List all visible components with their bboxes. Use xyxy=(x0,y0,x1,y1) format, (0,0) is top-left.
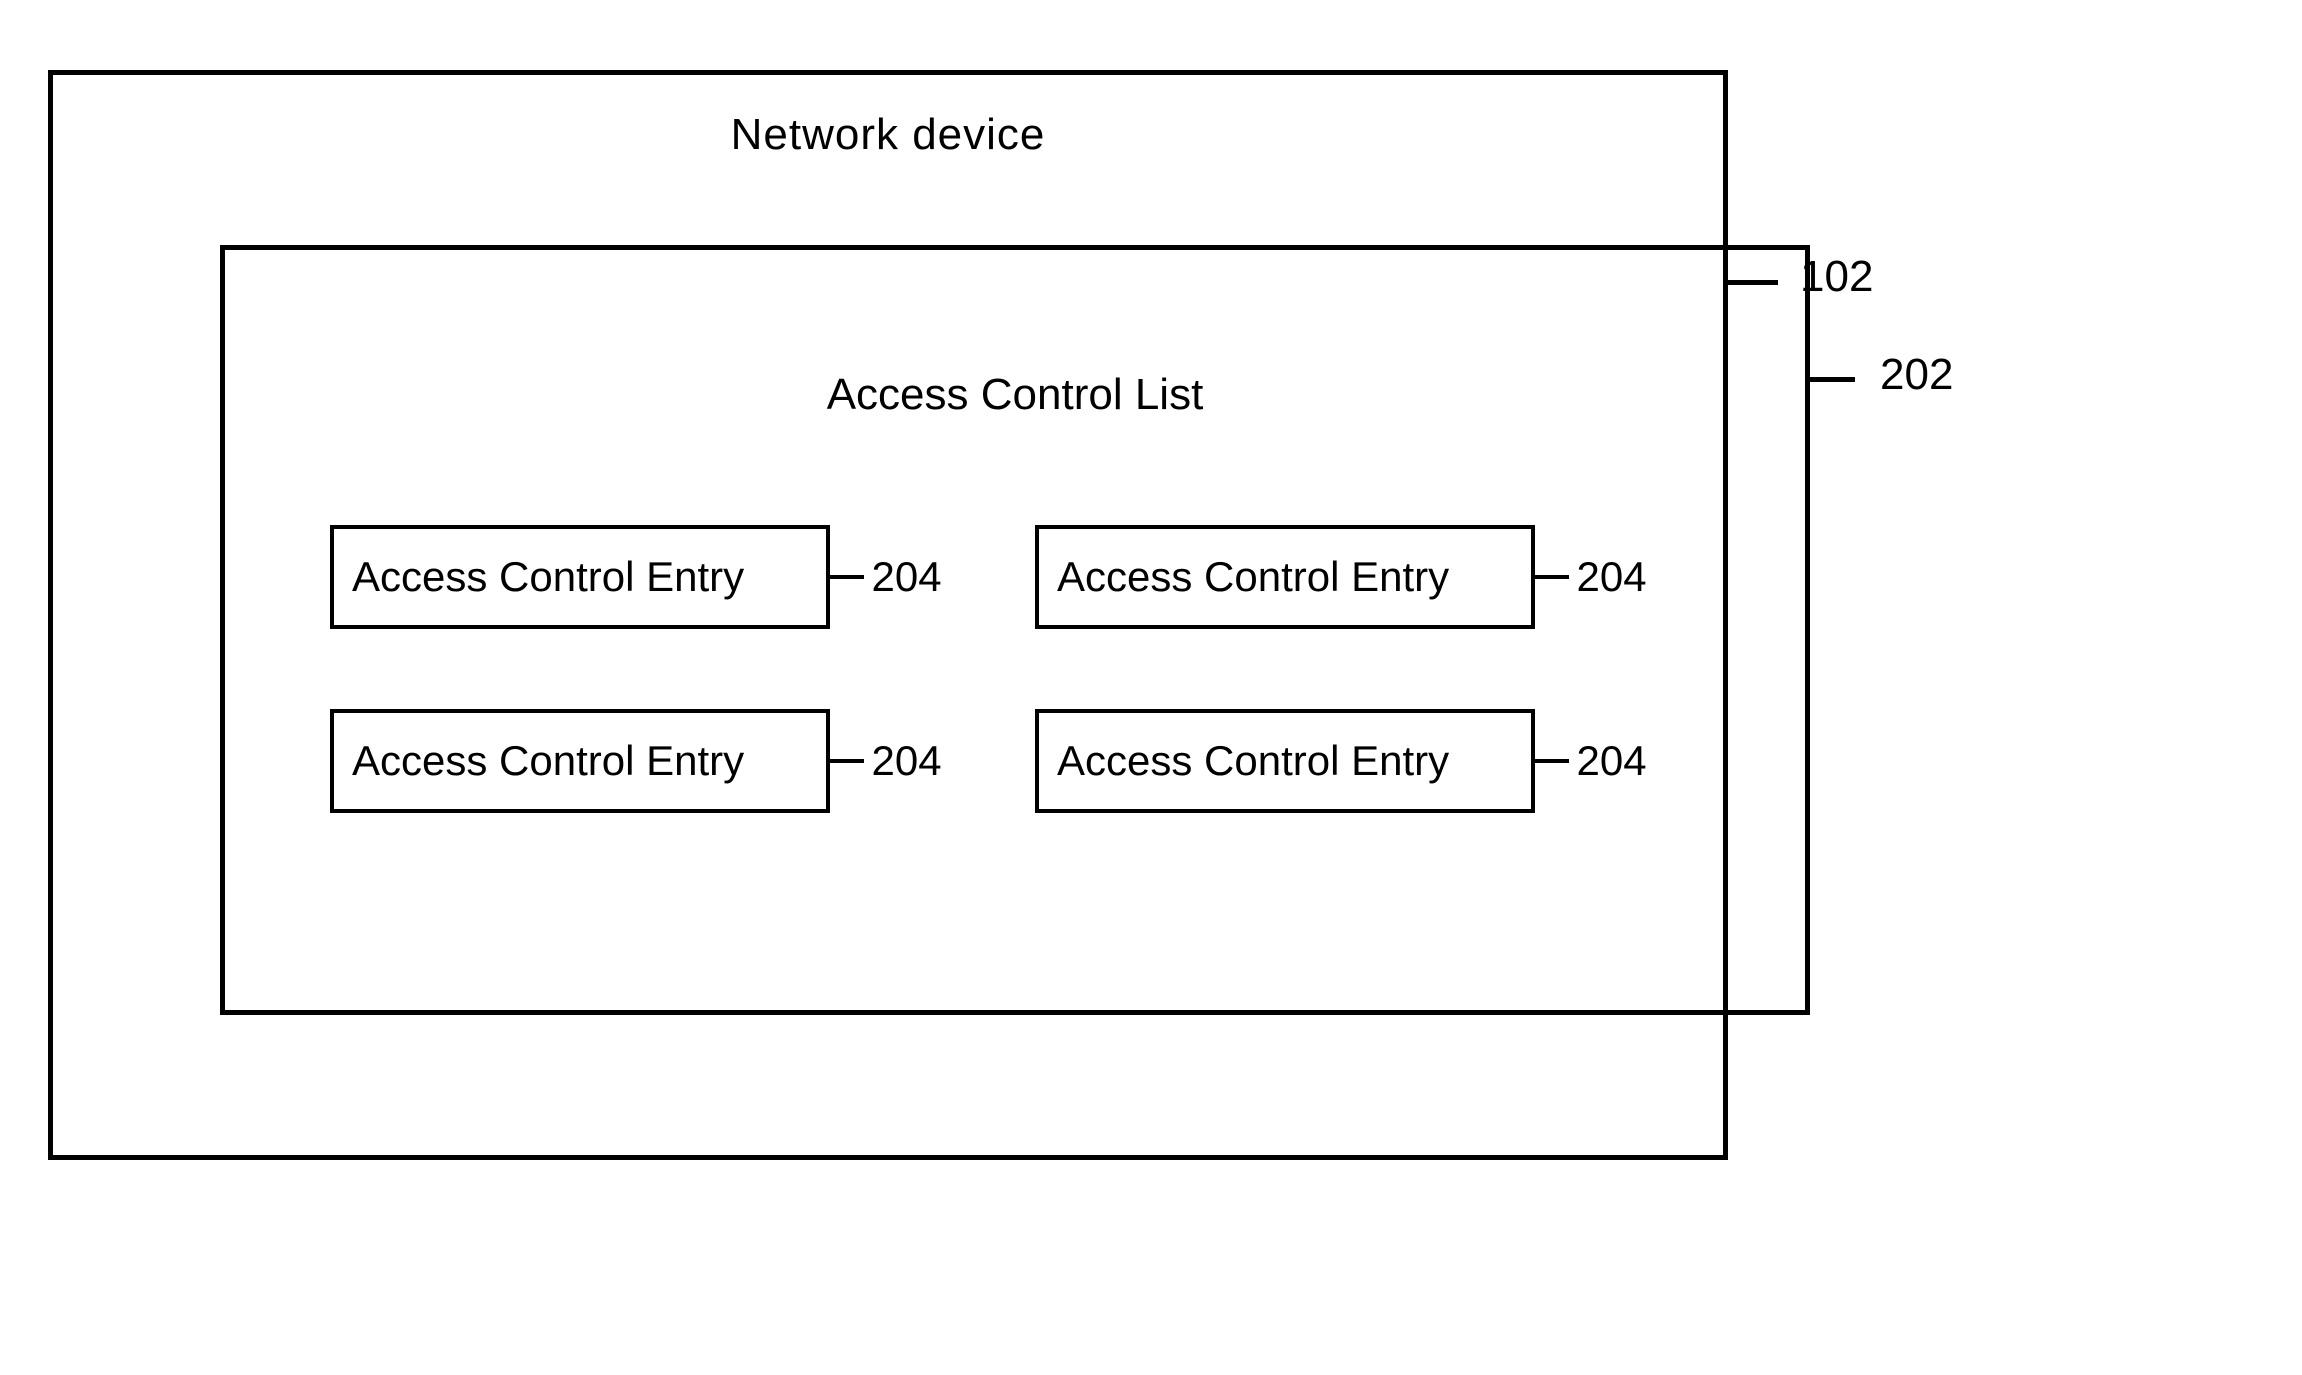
reference-tick-icon xyxy=(1535,575,1569,579)
access-control-entry-ref: 204 xyxy=(1565,553,1710,601)
access-control-entry-label: Access Control Entry xyxy=(352,737,744,784)
access-control-list-box: Access Control List Access Control Entry… xyxy=(220,245,1810,1015)
network-device-ref: 102 xyxy=(1800,252,1873,302)
access-control-entry-label: Access Control Entry xyxy=(352,553,744,600)
access-control-entry-label: Access Control Entry xyxy=(1057,737,1449,784)
access-control-entry-box: Access Control Entry xyxy=(330,709,830,813)
access-control-entry-ref: 204 xyxy=(860,553,1005,601)
access-control-entry-box: Access Control Entry xyxy=(1035,709,1535,813)
reference-tick-icon xyxy=(1535,759,1569,763)
reference-tick-icon xyxy=(1810,377,1855,382)
access-control-entries-grid: Access Control Entry 204 Access Control … xyxy=(330,525,1710,813)
network-device-title: Network device xyxy=(731,110,1046,160)
access-control-list-ref: 202 xyxy=(1880,350,1953,400)
reference-tick-icon xyxy=(830,575,864,579)
access-control-list-title: Access Control List xyxy=(827,370,1204,420)
access-control-entry-ref: 204 xyxy=(1565,737,1710,785)
access-control-entry-box: Access Control Entry xyxy=(1035,525,1535,629)
access-control-entry-box: Access Control Entry xyxy=(330,525,830,629)
access-control-entry-ref: 204 xyxy=(860,737,1005,785)
access-control-entry-label: Access Control Entry xyxy=(1057,553,1449,600)
reference-tick-icon xyxy=(830,759,864,763)
